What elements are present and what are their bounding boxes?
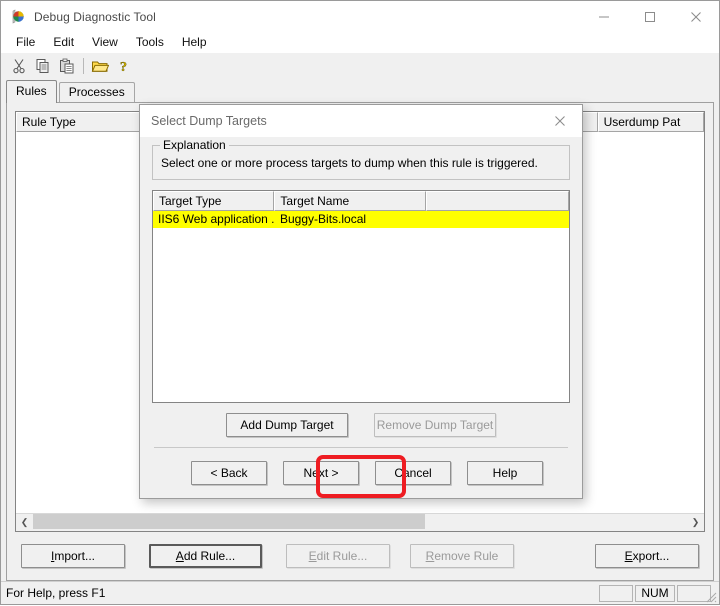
add-rule-button[interactable]: Add Rule...: [149, 544, 262, 568]
export-button[interactable]: Export...: [595, 544, 699, 568]
menu-item-view[interactable]: View: [83, 33, 127, 52]
edit-rule-label-rest: dit Rule...: [316, 549, 368, 563]
explanation-groupbox: Explanation Select one or more process t…: [152, 138, 570, 180]
maximize-button[interactable]: [627, 1, 673, 32]
column-header-target-name[interactable]: Target Name: [274, 191, 426, 211]
add-rule-label-rest: dd Rule...: [183, 549, 236, 563]
back-button[interactable]: < Back: [191, 461, 267, 485]
dialog-close-icon[interactable]: [537, 105, 582, 137]
status-pane-empty-1: [599, 584, 633, 602]
dialog-nav-buttons: < Back Next > Cancel Help: [152, 448, 570, 498]
table-row[interactable]: IIS6 Web application ... Buggy-Bits.loca…: [153, 211, 569, 228]
toolbar-separator: [83, 58, 84, 74]
edit-rule-button: Edit Rule...: [286, 544, 390, 568]
cut-icon[interactable]: [7, 55, 31, 77]
dump-targets-header: Target Type Target Name: [153, 191, 569, 211]
explanation-legend: Explanation: [160, 138, 229, 152]
remove-rule-mnemonic: R: [425, 549, 435, 563]
open-folder-icon[interactable]: [88, 55, 112, 77]
paste-icon[interactable]: [55, 55, 79, 77]
tab-strip: Rules Processes: [1, 80, 719, 103]
scroll-left-icon[interactable]: ❮: [16, 514, 33, 531]
dump-targets-list[interactable]: Target Type Target Name IIS6 Web applica…: [152, 190, 570, 403]
scrollbar-track[interactable]: [33, 514, 687, 531]
help-question-icon[interactable]: ?: [112, 55, 136, 77]
dialog-body: Explanation Select one or more process t…: [140, 137, 582, 498]
import-label-rest: mport...: [54, 549, 96, 563]
menu-item-tools[interactable]: Tools: [127, 33, 173, 52]
dump-targets-rows: IIS6 Web application ... Buggy-Bits.loca…: [153, 211, 569, 402]
import-button[interactable]: Import...: [21, 544, 125, 568]
remove-dump-target-button: Remove Dump Target: [374, 413, 496, 437]
status-pane-num: NUM: [635, 584, 675, 602]
status-message: For Help, press F1: [6, 586, 106, 600]
export-label-rest: xport...: [632, 549, 670, 563]
resize-grip-icon[interactable]: [703, 589, 717, 603]
remove-rule-label-rest: emove Rule: [434, 549, 499, 563]
menu-item-help[interactable]: Help: [173, 33, 216, 52]
scroll-right-icon[interactable]: ❯: [687, 514, 704, 531]
cell-target-name: Buggy-Bits.local: [280, 212, 367, 226]
dialog-title-bar: Select Dump Targets: [140, 105, 582, 137]
add-rule-mnemonic: A: [175, 549, 184, 563]
select-dump-targets-dialog: Select Dump Targets Explanation Select o…: [139, 104, 583, 499]
status-bar: For Help, press F1 NUM: [1, 581, 719, 604]
menu-item-file[interactable]: File: [7, 33, 44, 52]
toolbar: ?: [1, 53, 719, 80]
edit-rule-mnemonic: E: [308, 549, 317, 563]
cancel-button[interactable]: Cancel: [375, 461, 451, 485]
title-bar: Debug Diagnostic Tool: [1, 1, 719, 32]
rules-horizontal-scrollbar[interactable]: ❮ ❯: [16, 513, 704, 531]
close-button[interactable]: [673, 1, 719, 32]
copy-icon[interactable]: [31, 55, 55, 77]
menu-bar: File Edit View Tools Help: [1, 32, 719, 53]
minimize-button[interactable]: [581, 1, 627, 32]
dialog-title: Select Dump Targets: [151, 114, 267, 128]
explanation-text: Select one or more process targets to du…: [161, 156, 538, 170]
menu-item-edit[interactable]: Edit: [44, 33, 83, 52]
svg-text:?: ?: [120, 60, 127, 74]
tab-rules[interactable]: Rules: [6, 80, 57, 103]
column-header-target-extra[interactable]: [425, 191, 569, 211]
tab-processes[interactable]: Processes: [58, 82, 135, 102]
column-header-userdump-path[interactable]: Userdump Pat: [597, 112, 704, 132]
app-globe-icon: [10, 9, 26, 25]
cell-target-type: IIS6 Web application ...: [158, 212, 275, 226]
scrollbar-thumb[interactable]: [33, 514, 426, 529]
export-mnemonic: E: [624, 549, 633, 563]
rules-action-buttons: Import... Add Rule... Edit Rule... Remov…: [7, 532, 713, 580]
help-button[interactable]: Help: [467, 461, 543, 485]
dialog-mid-buttons: Add Dump Target Remove Dump Target: [152, 403, 570, 447]
next-button[interactable]: Next >: [283, 461, 359, 485]
window-title: Debug Diagnostic Tool: [34, 9, 156, 24]
remove-rule-button: Remove Rule: [410, 544, 514, 568]
add-dump-target-button[interactable]: Add Dump Target: [226, 413, 348, 437]
column-header-target-type[interactable]: Target Type: [153, 191, 275, 211]
